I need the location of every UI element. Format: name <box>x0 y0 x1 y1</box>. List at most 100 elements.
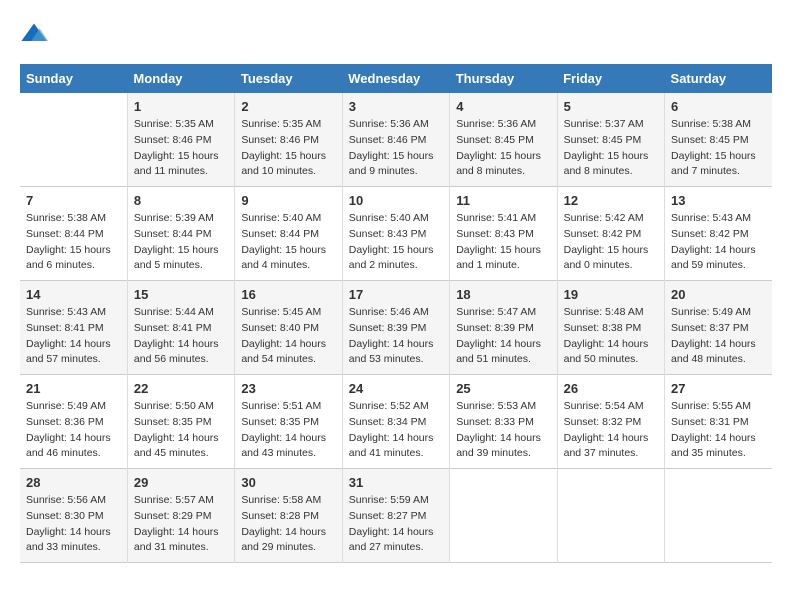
calendar-day-cell: 28 Sunrise: 5:56 AM Sunset: 8:30 PM Dayli… <box>20 469 127 563</box>
calendar-day-cell: 4 Sunrise: 5:36 AM Sunset: 8:45 PM Daylig… <box>450 93 557 187</box>
calendar-day-cell: 2 Sunrise: 5:35 AM Sunset: 8:46 PM Daylig… <box>235 93 342 187</box>
day-number: 20 <box>671 287 766 302</box>
day-number: 26 <box>564 381 658 396</box>
day-number: 22 <box>134 381 228 396</box>
calendar-day-cell: 26 Sunrise: 5:54 AM Sunset: 8:32 PM Dayli… <box>557 375 664 469</box>
empty-cell <box>450 469 557 563</box>
day-number: 2 <box>241 99 335 114</box>
calendar-day-cell: 12 Sunrise: 5:42 AM Sunset: 8:42 PM Dayli… <box>557 187 664 281</box>
empty-cell <box>20 93 127 187</box>
day-info: Sunrise: 5:35 AM Sunset: 8:46 PM Dayligh… <box>134 117 228 180</box>
weekday-header-monday: Monday <box>127 64 234 93</box>
empty-cell <box>665 469 772 563</box>
calendar-day-cell: 5Sunrise: 5:37 AM Sunset: 8:45 PM Daylig… <box>557 93 664 187</box>
day-info: Sunrise: 5:55 AM Sunset: 8:31 PM Dayligh… <box>671 399 766 462</box>
calendar-week-row: 14 Sunrise: 5:43 AM Sunset: 8:41 PM Dayli… <box>20 281 772 375</box>
day-number: 14 <box>26 287 121 302</box>
day-number: 31 <box>349 475 443 490</box>
calendar-week-row: 21 Sunrise: 5:49 AM Sunset: 8:36 PM Dayli… <box>20 375 772 469</box>
calendar-day-cell: 30Sunrise: 5:58 AM Sunset: 8:28 PM Dayli… <box>235 469 342 563</box>
day-info: Sunrise: 5:49 AM Sunset: 8:36 PM Dayligh… <box>26 399 121 462</box>
day-number: 12 <box>564 193 658 208</box>
day-info: Sunrise: 5:41 AM Sunset: 8:43 PM Dayligh… <box>456 211 550 274</box>
calendar-day-cell: 17 Sunrise: 5:46 AM Sunset: 8:39 PM Dayli… <box>342 281 449 375</box>
day-number: 13 <box>671 193 766 208</box>
weekday-header-friday: Friday <box>557 64 664 93</box>
calendar-day-cell: 22 Sunrise: 5:50 AM Sunset: 8:35 PM Dayli… <box>127 375 234 469</box>
day-info: Sunrise: 5:51 AM Sunset: 8:35 PM Dayligh… <box>241 399 335 462</box>
day-number: 28 <box>26 475 121 490</box>
calendar-day-cell: 19Sunrise: 5:48 AM Sunset: 8:38 PM Dayli… <box>557 281 664 375</box>
day-info: Sunrise: 5:58 AM Sunset: 8:28 PM Dayligh… <box>241 493 335 556</box>
day-info: Sunrise: 5:49 AM Sunset: 8:37 PM Dayligh… <box>671 305 766 368</box>
calendar-day-cell: 7 Sunrise: 5:38 AM Sunset: 8:44 PM Daylig… <box>20 187 127 281</box>
day-number: 18 <box>456 287 550 302</box>
calendar-day-cell: 18 Sunrise: 5:47 AM Sunset: 8:39 PM Dayli… <box>450 281 557 375</box>
day-number: 4 <box>456 99 550 114</box>
calendar-day-cell: 24 Sunrise: 5:52 AM Sunset: 8:34 PM Dayli… <box>342 375 449 469</box>
weekday-header-thursday: Thursday <box>450 64 557 93</box>
page-header <box>20 20 772 48</box>
day-info: Sunrise: 5:45 AM Sunset: 8:40 PM Dayligh… <box>241 305 335 368</box>
day-number: 8 <box>134 193 228 208</box>
day-info: Sunrise: 5:44 AM Sunset: 8:41 PM Dayligh… <box>134 305 228 368</box>
day-number: 9 <box>241 193 335 208</box>
calendar-day-cell: 14 Sunrise: 5:43 AM Sunset: 8:41 PM Dayli… <box>20 281 127 375</box>
day-info: Sunrise: 5:59 AM Sunset: 8:27 PM Dayligh… <box>349 493 443 556</box>
calendar-week-row: 1Sunrise: 5:35 AM Sunset: 8:46 PM Daylig… <box>20 93 772 187</box>
day-number: 21 <box>26 381 121 396</box>
calendar-day-cell: 27Sunrise: 5:55 AM Sunset: 8:31 PM Dayli… <box>665 375 772 469</box>
calendar-day-cell: 10Sunrise: 5:40 AM Sunset: 8:43 PM Dayli… <box>342 187 449 281</box>
day-number: 5 <box>564 99 658 114</box>
day-info: Sunrise: 5:42 AM Sunset: 8:42 PM Dayligh… <box>564 211 658 274</box>
calendar-day-cell: 16 Sunrise: 5:45 AM Sunset: 8:40 PM Dayli… <box>235 281 342 375</box>
day-number: 29 <box>134 475 228 490</box>
calendar-day-cell: 9 Sunrise: 5:40 AM Sunset: 8:44 PM Daylig… <box>235 187 342 281</box>
day-info: Sunrise: 5:43 AM Sunset: 8:41 PM Dayligh… <box>26 305 121 368</box>
empty-cell <box>557 469 664 563</box>
day-info: Sunrise: 5:39 AM Sunset: 8:44 PM Dayligh… <box>134 211 228 274</box>
day-info: Sunrise: 5:48 AM Sunset: 8:38 PM Dayligh… <box>564 305 658 368</box>
day-number: 3 <box>349 99 443 114</box>
day-info: Sunrise: 5:50 AM Sunset: 8:35 PM Dayligh… <box>134 399 228 462</box>
day-info: Sunrise: 5:36 AM Sunset: 8:45 PM Dayligh… <box>456 117 550 180</box>
weekday-header-wednesday: Wednesday <box>342 64 449 93</box>
day-info: Sunrise: 5:40 AM Sunset: 8:43 PM Dayligh… <box>349 211 443 274</box>
day-number: 15 <box>134 287 228 302</box>
calendar-day-cell: 13 Sunrise: 5:43 AM Sunset: 8:42 PM Dayli… <box>665 187 772 281</box>
logo-icon <box>20 20 48 48</box>
weekday-header-sunday: Sunday <box>20 64 127 93</box>
calendar-week-row: 7 Sunrise: 5:38 AM Sunset: 8:44 PM Daylig… <box>20 187 772 281</box>
calendar-day-cell: 29 Sunrise: 5:57 AM Sunset: 8:29 PM Dayli… <box>127 469 234 563</box>
day-info: Sunrise: 5:57 AM Sunset: 8:29 PM Dayligh… <box>134 493 228 556</box>
day-number: 7 <box>26 193 121 208</box>
calendar-day-cell: 3Sunrise: 5:36 AM Sunset: 8:46 PM Daylig… <box>342 93 449 187</box>
day-info: Sunrise: 5:52 AM Sunset: 8:34 PM Dayligh… <box>349 399 443 462</box>
logo <box>20 20 52 48</box>
calendar-day-cell: 1Sunrise: 5:35 AM Sunset: 8:46 PM Daylig… <box>127 93 234 187</box>
calendar-day-cell: 21 Sunrise: 5:49 AM Sunset: 8:36 PM Dayli… <box>20 375 127 469</box>
day-info: Sunrise: 5:47 AM Sunset: 8:39 PM Dayligh… <box>456 305 550 368</box>
day-info: Sunrise: 5:38 AM Sunset: 8:45 PM Dayligh… <box>671 117 766 180</box>
day-number: 24 <box>349 381 443 396</box>
day-info: Sunrise: 5:46 AM Sunset: 8:39 PM Dayligh… <box>349 305 443 368</box>
calendar-table: SundayMondayTuesdayWednesdayThursdayFrid… <box>20 64 772 563</box>
calendar-day-cell: 15 Sunrise: 5:44 AM Sunset: 8:41 PM Dayli… <box>127 281 234 375</box>
day-number: 6 <box>671 99 766 114</box>
day-number: 16 <box>241 287 335 302</box>
day-info: Sunrise: 5:43 AM Sunset: 8:42 PM Dayligh… <box>671 211 766 274</box>
weekday-header-row: SundayMondayTuesdayWednesdayThursdayFrid… <box>20 64 772 93</box>
day-info: Sunrise: 5:38 AM Sunset: 8:44 PM Dayligh… <box>26 211 121 274</box>
calendar-day-cell: 8 Sunrise: 5:39 AM Sunset: 8:44 PM Daylig… <box>127 187 234 281</box>
calendar-day-cell: 25Sunrise: 5:53 AM Sunset: 8:33 PM Dayli… <box>450 375 557 469</box>
calendar-day-cell: 23 Sunrise: 5:51 AM Sunset: 8:35 PM Dayli… <box>235 375 342 469</box>
day-info: Sunrise: 5:40 AM Sunset: 8:44 PM Dayligh… <box>241 211 335 274</box>
weekday-header-saturday: Saturday <box>665 64 772 93</box>
day-info: Sunrise: 5:35 AM Sunset: 8:46 PM Dayligh… <box>241 117 335 180</box>
calendar-day-cell: 20 Sunrise: 5:49 AM Sunset: 8:37 PM Dayli… <box>665 281 772 375</box>
day-number: 23 <box>241 381 335 396</box>
calendar-day-cell: 11Sunrise: 5:41 AM Sunset: 8:43 PM Dayli… <box>450 187 557 281</box>
day-info: Sunrise: 5:54 AM Sunset: 8:32 PM Dayligh… <box>564 399 658 462</box>
day-number: 17 <box>349 287 443 302</box>
day-info: Sunrise: 5:56 AM Sunset: 8:30 PM Dayligh… <box>26 493 121 556</box>
